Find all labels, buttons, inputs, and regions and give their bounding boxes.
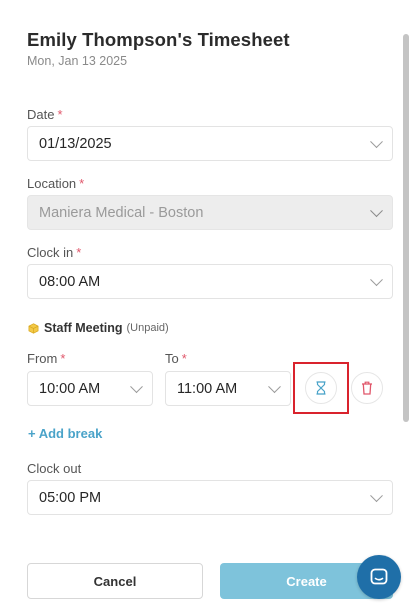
break-to-select[interactable]: 11:00 AM [165,371,291,406]
date-label-text: Date [27,107,55,122]
add-break-link[interactable]: + Add break [28,426,102,441]
trash-icon [362,381,372,395]
cube-icon [28,322,39,334]
clock-out-select[interactable]: 05:00 PM [27,480,393,515]
cancel-button[interactable]: Cancel [27,563,203,599]
break-to-label: To * [165,351,187,366]
chevron-down-icon [370,272,383,286]
clock-in-select[interactable]: 08:00 AM [27,264,393,299]
break-title: Staff Meeting [44,321,123,335]
break-from-value: 10:00 AM [39,380,101,397]
chevron-down-icon [370,203,383,217]
date-label: Date * [27,107,63,122]
location-select: Maniera Medical - Boston [27,195,393,230]
clock-in-label: Clock in * [27,245,81,260]
break-delete-button[interactable] [351,372,383,404]
page-title: Emily Thompson's Timesheet [27,29,290,50]
break-to-value: 11:00 AM [177,380,238,397]
break-from-label-text: From [27,351,58,366]
break-header: Staff Meeting (Unpaid) [28,321,169,335]
required-mark: * [79,176,85,191]
date-value: 01/13/2025 [39,135,112,152]
clock-out-label: Clock out [27,461,81,476]
required-mark: * [60,351,66,366]
break-from-select[interactable]: 10:00 AM [27,371,153,406]
scrollbar-thumb[interactable] [403,34,409,422]
chevron-down-icon [130,379,143,393]
location-label-text: Location [27,176,77,191]
break-from-label: From * [27,351,65,366]
location-value: Maniera Medical - Boston [39,204,204,221]
chevron-down-icon [370,488,383,502]
required-mark: * [181,351,187,366]
chevron-down-icon [268,379,281,393]
clock-in-value: 08:00 AM [39,273,101,290]
location-label: Location * [27,176,84,191]
required-mark: * [76,245,82,260]
chat-icon [370,568,388,585]
date-select[interactable]: 01/13/2025 [27,126,393,161]
chat-button[interactable] [357,555,401,599]
break-to-label-text: To [165,351,179,366]
clock-out-value: 05:00 PM [39,489,102,506]
required-mark: * [57,107,63,122]
highlight-box [293,362,349,414]
clock-in-label-text: Clock in [27,245,74,260]
break-type: (Unpaid) [126,322,169,334]
clock-out-label-text: Clock out [27,461,82,476]
chevron-down-icon [370,134,383,148]
page-subtitle-date: Mon, Jan 13 2025 [27,54,128,68]
